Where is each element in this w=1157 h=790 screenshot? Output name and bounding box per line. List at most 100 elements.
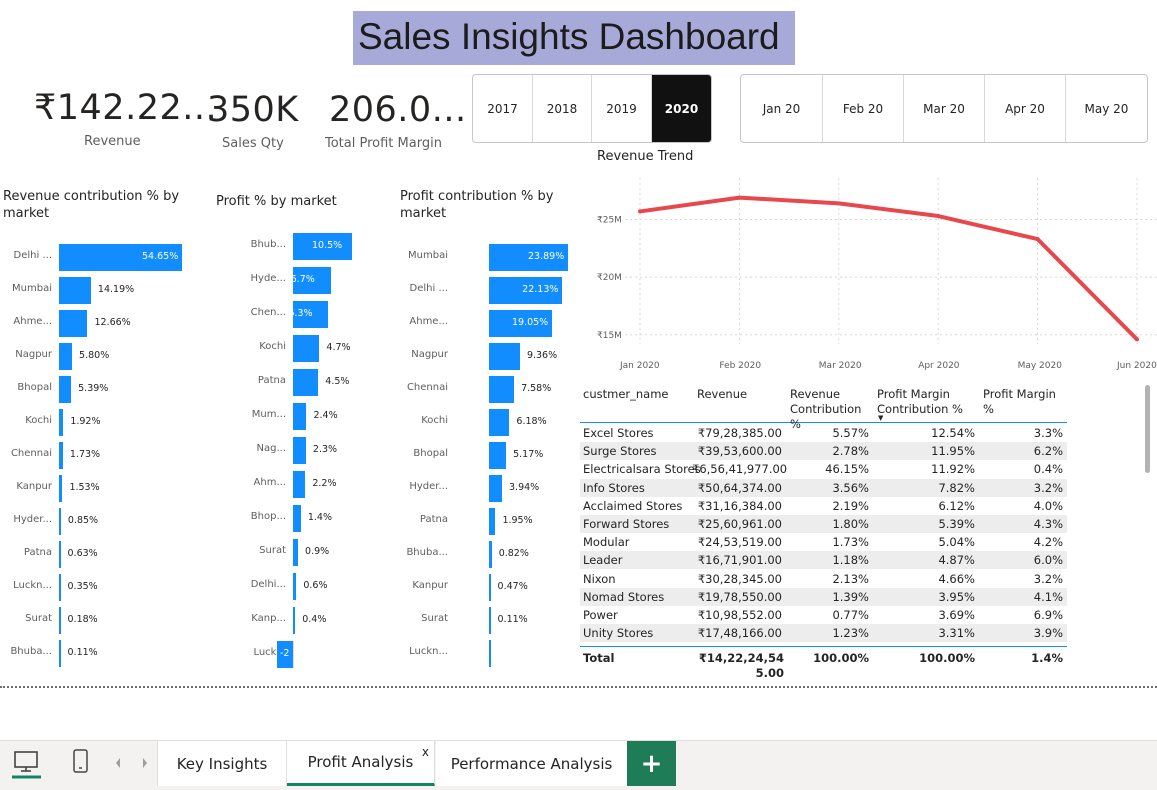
tab-performance-analysis[interactable]: Performance Analysis	[436, 741, 627, 786]
revenue-trend-line[interactable]	[639, 195, 1139, 341]
profit_pct-bar[interactable]	[293, 573, 297, 600]
profit_pct-bar-row[interactable]: Kanp... 0.4%	[200, 607, 380, 634]
profit_contribution-bar[interactable]	[489, 376, 515, 403]
profit_pct-bar-row[interactable]: Luck... -2	[200, 641, 380, 668]
profit_pct-bar-row[interactable]: Hyde... 6.7%	[200, 267, 380, 294]
profit_contribution-bar[interactable]	[489, 574, 491, 601]
profit_contribution-bar-row[interactable]: Kochi 6.18%	[390, 409, 580, 436]
mobile-view-icon[interactable]	[72, 748, 90, 776]
revenue-trend-point[interactable]	[936, 214, 941, 219]
profit_contribution-bar-row[interactable]: Delhi ... 22.13%	[390, 277, 580, 304]
year-option-2018[interactable]: 2018	[533, 75, 592, 142]
revenue_contribution-bar-row[interactable]: Nagpur 5.80%	[0, 343, 190, 370]
profit_pct-bar-row[interactable]: Nag... 2.3%	[200, 437, 380, 464]
profit_contribution-bar[interactable]	[489, 607, 491, 634]
revenue-trend-point[interactable]	[1035, 237, 1040, 242]
month-option-feb[interactable]: Feb 20	[823, 75, 904, 142]
table-row[interactable]: Nomad Stores ₹19,78,550.00 1.39% 3.95% 4.1%	[580, 587, 1067, 606]
revenue_contribution-bar[interactable]	[59, 442, 63, 469]
chevron-left-icon[interactable]	[113, 755, 123, 774]
revenue_contribution-bar-row[interactable]: Patna 0.63%	[0, 541, 190, 568]
revenue_contribution-bar[interactable]	[59, 640, 61, 667]
profit_contribution-bar-row[interactable]: Mumbai 23.89%	[390, 244, 580, 271]
month-option-mar[interactable]: Mar 20	[904, 75, 985, 142]
profit_contribution-bar[interactable]	[489, 508, 496, 535]
profit_contribution-bar-row[interactable]: Surat 0.11%	[390, 607, 580, 634]
table-row[interactable]: Surge Stores ₹39,53,600.00 2.78% 11.95% 6.2%	[580, 442, 1067, 461]
header-revenue[interactable]: Revenue	[697, 387, 747, 402]
revenue_contribution-bar-row[interactable]: Bhopal 5.39%	[0, 376, 190, 403]
header-profit-margin-contribution[interactable]: Profit Margin Contribution %	[877, 387, 977, 417]
profit_contribution-bar[interactable]	[489, 343, 520, 370]
profit_contribution-bar-row[interactable]: Bhopal 5.17%	[390, 442, 580, 469]
profit_pct-bar-row[interactable]: Ahm... 2.2%	[200, 471, 380, 498]
revenue_contribution-bar[interactable]	[59, 277, 91, 304]
profit_pct-bar-row[interactable]: Delhi... 0.6%	[200, 573, 380, 600]
profit_contribution-bar-row[interactable]: Ahme... 19.05%	[390, 310, 580, 337]
revenue_contribution-bar-row[interactable]: Delhi ... 54.65%	[0, 244, 190, 271]
profit_pct-bar[interactable]	[293, 369, 319, 396]
revenue_contribution-bar[interactable]	[59, 574, 61, 601]
revenue_contribution-bar[interactable]	[59, 310, 88, 337]
revenue_contribution-bar[interactable]	[59, 508, 61, 535]
table-row[interactable]: Acclaimed Stores ₹31,16,384.00 2.19% 6.12% 4…	[580, 497, 1067, 515]
profit_contribution-bar-row[interactable]: Hyder... 3.94%	[390, 475, 580, 502]
table-row[interactable]: Modular ₹24,53,519.00 1.73% 5.04% 4.2%	[580, 533, 1067, 551]
table-row[interactable]: Forward Stores ₹25,60,961.00 1.80% 5.39% 4.3…	[580, 515, 1067, 533]
revenue_contribution-bar-row[interactable]: Ahme... 12.66%	[0, 310, 190, 337]
profit_pct-bar[interactable]	[293, 607, 296, 634]
table-scrollbar[interactable]	[1145, 385, 1150, 473]
profit_contribution-bar-row[interactable]: Nagpur 9.36%	[390, 343, 580, 370]
header-profit-margin-pct[interactable]: Profit Margin %	[983, 387, 1063, 417]
profit_contribution-bar-row[interactable]: Patna 1.95%	[390, 508, 580, 535]
profit_contribution-bar[interactable]	[489, 475, 503, 502]
year-option-2017[interactable]: 2017	[473, 75, 533, 142]
table-row[interactable]: Electricalsara Stores ₹6,56,41,977.00 46.1…	[580, 460, 1067, 478]
table-row[interactable]: Excel Stores ₹79,28,385.00 5.57% 12.54% 3.3%	[580, 424, 1067, 442]
revenue_contribution-bar-row[interactable]: Mumbai 14.19%	[0, 277, 190, 304]
revenue-trend-point[interactable]	[737, 195, 742, 200]
desktop-view-icon[interactable]	[12, 749, 42, 779]
profit_pct-bar-row[interactable]: Chen... 6.3%	[200, 301, 380, 328]
profit_pct-bar[interactable]	[293, 505, 301, 532]
customer-table[interactable]: custmer_name Revenue Revenue Contributio…	[580, 385, 1067, 680]
tab-profit-analysis[interactable]: Profit Analysis x	[287, 741, 435, 786]
profit_contribution-bar[interactable]	[489, 409, 510, 436]
profit_contribution-bar[interactable]	[489, 442, 507, 469]
revenue_contribution-bar-row[interactable]: Luckn... 0.35%	[0, 574, 190, 601]
revenue_contribution-bar[interactable]	[59, 409, 64, 436]
profit-contribution-chart[interactable]: Mumbai 23.89% Delhi ... 22.13% Ahme... 19.05%…	[390, 244, 580, 674]
profit_contribution-bar-row[interactable]: Kanpur 0.47%	[390, 574, 580, 601]
revenue_contribution-bar-row[interactable]: Kochi 1.92%	[0, 409, 190, 436]
profit-pct-chart[interactable]: Bhub... 10.5% Hyde... 6.7% Chen... 6.3% Kochi 4…	[200, 233, 380, 673]
tab-key-insights[interactable]: Key Insights	[158, 741, 287, 786]
revenue-trend-chart[interactable]: ₹25M ₹20M ₹15M Jan 2020 Feb 2020 Mar 2020 Apr …	[590, 170, 1157, 380]
year-option-2019[interactable]: 2019	[592, 75, 652, 142]
table-row[interactable]: Unity Stores ₹17,48,166.00 1.23% 3.31% 3.9%	[580, 624, 1067, 643]
revenue_contribution-bar[interactable]	[59, 607, 61, 634]
add-page-button[interactable]: +	[627, 741, 676, 786]
table-row[interactable]: Info Stores ₹50,64,374.00 3.56% 7.82% 3.2%	[580, 478, 1067, 497]
profit_pct-bar-row[interactable]: Bhub... 10.5%	[200, 233, 380, 260]
profit_pct-bar-row[interactable]: Bhop... 1.4%	[200, 505, 380, 532]
table-row[interactable]: Leader ₹16,71,901.00 1.18% 4.87% 6.0%	[580, 551, 1067, 570]
revenue-trend-point[interactable]	[836, 201, 841, 206]
profit_pct-bar[interactable]	[293, 403, 307, 430]
profit_pct-bar-row[interactable]: Patna 4.5%	[200, 369, 380, 396]
revenue_contribution-bar-row[interactable]: Kanpur 1.53%	[0, 475, 190, 502]
profit_pct-bar[interactable]	[293, 335, 320, 362]
revenue_contribution-bar[interactable]	[59, 343, 73, 370]
table-row[interactable]: Power ₹10,98,552.00 0.77% 3.69% 6.9%	[580, 606, 1067, 624]
revenue_contribution-bar-row[interactable]: Bhuba... 0.11%	[0, 640, 190, 667]
revenue_contribution-bar-row[interactable]: Hyder... 0.85%	[0, 508, 190, 535]
revenue_contribution-bar[interactable]	[59, 541, 61, 568]
header-customer[interactable]: custmer_name	[583, 387, 668, 402]
profit_contribution-bar[interactable]	[489, 541, 492, 568]
revenue-trend-point[interactable]	[638, 209, 642, 214]
profit_contribution-bar-row[interactable]: Bhuba... 0.82%	[390, 541, 580, 568]
profit_pct-bar[interactable]	[293, 437, 306, 464]
year-option-2020[interactable]: 2020	[652, 75, 711, 142]
revenue_contribution-bar-row[interactable]: Surat 0.18%	[0, 607, 190, 634]
month-option-jan[interactable]: Jan 20	[741, 75, 823, 142]
profit_contribution-bar-row[interactable]: Luckn...	[390, 640, 580, 667]
